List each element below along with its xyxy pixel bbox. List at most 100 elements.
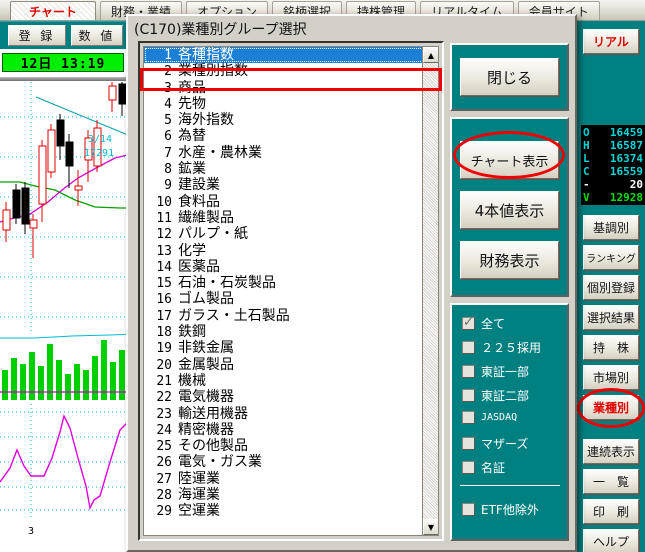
list-item[interactable]: 14 医薬品	[144, 259, 438, 275]
list-item-number: 7	[164, 145, 172, 161]
list-item[interactable]: 8 鉱業	[144, 161, 438, 177]
sidebar-item-individual-registration[interactable]: 個別登録	[583, 275, 639, 300]
sidebar-item-list[interactable]: 一 覧	[583, 469, 639, 494]
list-item[interactable]: 20 金属製品	[144, 357, 438, 373]
sidebar-item-selection-result[interactable]: 選択結果	[583, 305, 639, 330]
list-item[interactable]: 17 ガラス・土石製品	[144, 308, 438, 324]
filter-nse[interactable]: 名証	[462, 459, 505, 476]
list-item-label: 各種指数	[178, 47, 234, 63]
list-item[interactable]: 9 建設業	[144, 177, 438, 193]
list-item[interactable]: 6 為替	[144, 128, 438, 144]
toolbar-values-button[interactable]: 数 値	[71, 25, 123, 46]
filter-all[interactable]: 全て	[462, 315, 505, 332]
sidebar-item-ranking[interactable]: ランキング	[583, 245, 639, 270]
list-item-number: 18	[156, 325, 172, 341]
sidebar-real-button[interactable]: リアル	[583, 29, 639, 54]
checkbox-mothers-icon[interactable]	[462, 437, 475, 450]
sidebar-item-by-industry[interactable]: 業種別	[583, 395, 639, 420]
filter-nikkei225[interactable]: ２２５採用	[462, 339, 541, 356]
close-button[interactable]: 閉じる	[460, 58, 559, 96]
ohlc-volume-key: V	[583, 191, 590, 204]
dialog-right-column: 閉じる チャート表示 4本値表示 財務表示 全て ２２５採用	[450, 41, 569, 541]
ohlc-close-row: C 16559	[583, 165, 643, 178]
list-item[interactable]: 27 陸運業	[144, 471, 438, 487]
list-item-label: 非鉄金属	[178, 340, 234, 357]
list-item-label: 機械	[178, 372, 206, 389]
checkbox-tse-first-icon[interactable]	[462, 365, 475, 378]
list-item-label: 為替	[178, 128, 206, 145]
list-item[interactable]: 28 海運業	[144, 487, 438, 503]
list-item[interactable]: 19 非鉄金属	[144, 340, 438, 356]
list-item[interactable]: 2 業種別指数	[144, 63, 438, 79]
sidebar-item-trend[interactable]: 基調別	[583, 215, 639, 240]
list-item-label: 陸運業	[178, 470, 220, 487]
filter-jasdaq[interactable]: JASDAQ	[462, 411, 517, 424]
list-item-number: 27	[156, 471, 172, 487]
list-item[interactable]: 5 海外指数	[144, 112, 438, 128]
right-sidebar: リアル O 16459 H 16587 L 16374 C 16559 - 20	[576, 21, 645, 552]
sidebar-item-holdings[interactable]: 持 株	[583, 335, 639, 360]
checkbox-jasdaq-icon[interactable]	[462, 411, 475, 424]
show-chart-button[interactable]: チャート表示	[460, 141, 559, 179]
list-item-label: 石油・石炭製品	[178, 275, 276, 292]
list-item-label: 精密機器	[178, 421, 234, 438]
checkbox-all-icon[interactable]	[462, 315, 475, 330]
sidebar-item-by-market[interactable]: 市場別	[583, 365, 639, 390]
toolbar-register-button[interactable]: 登 録	[8, 25, 66, 46]
filter-exclude-etf[interactable]: ETF他除外	[462, 501, 539, 518]
scroll-up-icon[interactable]: ▲	[423, 47, 438, 63]
close-button-box: 閉じる	[450, 43, 569, 111]
checkbox-tse-second-icon[interactable]	[462, 389, 475, 402]
list-item[interactable]: 22 電気機器	[144, 389, 438, 405]
list-item[interactable]: 21 機械	[144, 373, 438, 389]
list-item-label: 水産・農林業	[178, 144, 262, 161]
show-financials-button[interactable]: 財務表示	[460, 241, 559, 279]
list-item-label: 電気・ガス業	[178, 454, 262, 471]
list-item[interactable]: 7 水産・農林業	[144, 145, 438, 161]
list-item[interactable]: 23 輸送用機器	[144, 406, 438, 422]
list-item[interactable]: 29 空運業	[144, 503, 438, 519]
filter-tse-first[interactable]: 東証一部	[462, 363, 529, 380]
list-item[interactable]: 3 商品	[144, 80, 438, 96]
list-item-number: 9	[164, 178, 172, 194]
tab-chart[interactable]: チャート	[10, 1, 96, 20]
checkbox-exclude-etf-icon[interactable]	[462, 503, 475, 516]
listbox-scrollbar[interactable]: ▲ ▼	[422, 47, 438, 535]
ohlc-quote-panel: O 16459 H 16587 L 16374 C 16559 - 20 V 1…	[581, 125, 645, 205]
checkbox-nikkei225-icon[interactable]	[462, 341, 475, 354]
list-item[interactable]: 25 その他製品	[144, 438, 438, 454]
industry-group-listbox[interactable]: 1 各種指数 2 業種別指数 3 商品 4 先物 5 海外指数 6 為替 7 水産・農林業 8 鉱業 9 建設業 1…	[143, 46, 439, 536]
filter-mothers[interactable]: マザーズ	[462, 435, 528, 452]
list-item[interactable]: 15 石油・石炭製品	[144, 275, 438, 291]
list-item[interactable]: 18 鉄鋼	[144, 324, 438, 340]
list-item[interactable]: 11 繊維製品	[144, 210, 438, 226]
sidebar-item-help[interactable]: ヘルプ	[583, 529, 639, 552]
list-item[interactable]: 24 精密機器	[144, 422, 438, 438]
list-item-number: 13	[156, 243, 172, 259]
sidebar-item-print[interactable]: 印 刷	[583, 499, 639, 524]
show-ohlc-button[interactable]: 4本値表示	[460, 191, 559, 229]
list-item-number: 23	[156, 406, 172, 422]
ohlc-close-value: 16559	[609, 165, 643, 178]
sidebar-item-continuous-display[interactable]: 連続表示	[583, 439, 639, 464]
list-item-number: 19	[156, 341, 172, 357]
list-item-label: 化学	[178, 242, 206, 259]
list-item[interactable]: 10 食料品	[144, 194, 438, 210]
filter-tse-second[interactable]: 東証二部	[462, 387, 529, 404]
list-item[interactable]: 16 ゴム製品	[144, 291, 438, 307]
list-item[interactable]: 1 各種指数	[144, 47, 438, 64]
checkbox-nse-icon[interactable]	[462, 461, 475, 474]
list-item-number: 29	[156, 504, 172, 520]
ohlc-change-value: 20	[629, 178, 643, 191]
list-item-number: 5	[164, 113, 172, 129]
ohlc-low-value: 16374	[609, 152, 643, 165]
list-item-label: 空運業	[178, 503, 220, 520]
list-item[interactable]: 13 化学	[144, 243, 438, 259]
list-item-label: 建設業	[178, 177, 220, 194]
list-item-label: 繊維製品	[178, 209, 234, 226]
scroll-down-icon[interactable]: ▼	[423, 519, 438, 535]
filter-jasdaq-label: JASDAQ	[481, 412, 518, 423]
list-item[interactable]: 4 先物	[144, 96, 438, 112]
list-item[interactable]: 12 パルプ・紙	[144, 226, 438, 242]
list-item[interactable]: 26 電気・ガス業	[144, 454, 438, 470]
